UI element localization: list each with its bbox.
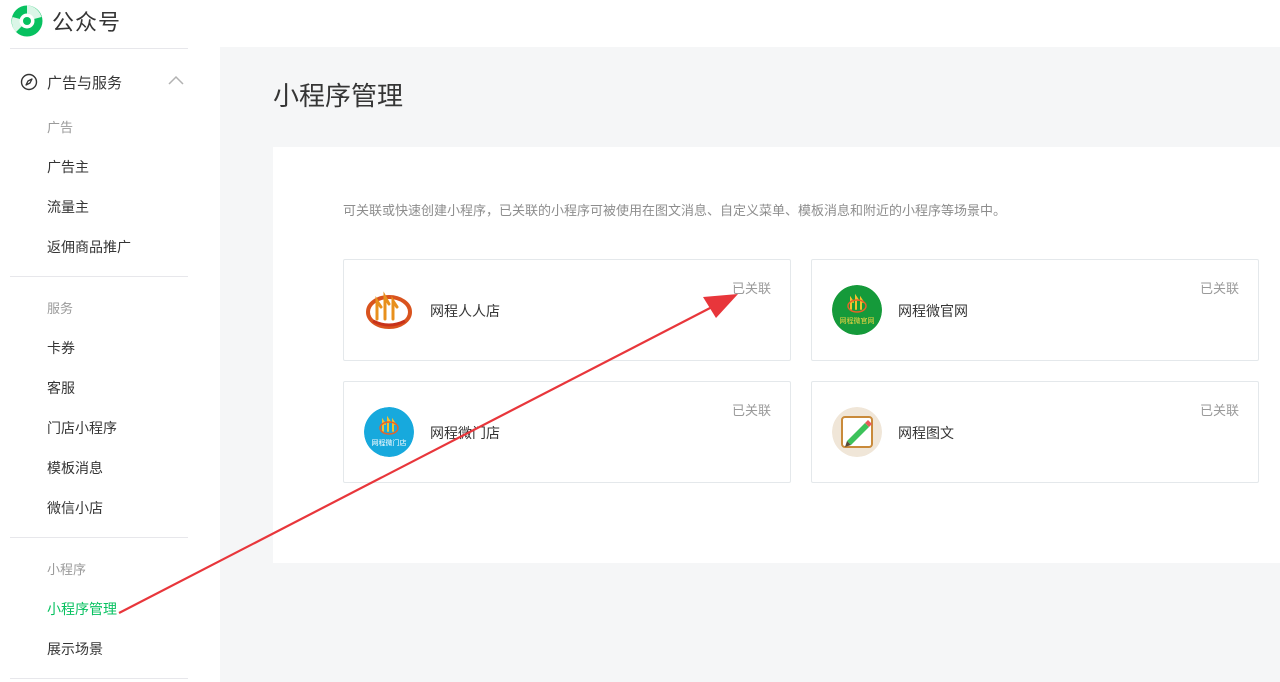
mini-program-name: 网程人人店 — [430, 304, 500, 320]
brand-logo[interactable]: 公众号 — [10, 3, 121, 39]
wechat-official-account-logo-icon — [11, 5, 43, 37]
sidebar-item-template-messages[interactable]: 模板消息 — [47, 458, 103, 478]
wangcheng-tuwen-logo-icon — [832, 407, 882, 457]
sidebar-section-services: 服务 — [47, 302, 74, 317]
avatar-caption: 网程微门店 — [372, 438, 407, 447]
wangcheng-weimendian-logo-icon: 网程微门店 — [364, 407, 414, 457]
mini-program-name: 网程微官网 — [898, 304, 968, 320]
sidebar-divider — [10, 276, 188, 277]
chevron-up-icon[interactable] — [167, 73, 185, 87]
sidebar-divider — [10, 48, 188, 49]
sidebar-item-mini-program-management[interactable]: 小程序管理 — [47, 599, 117, 619]
avatar-caption: 网程微官网 — [840, 316, 875, 325]
mini-program-card[interactable]: 网程微门店 网程微门店 已关联 — [343, 381, 791, 483]
sidebar: 广告与服务 广告 广告主 流量主 返佣商品推广 服务 卡券 客服 门店小程序 模… — [0, 47, 220, 682]
wangcheng-weiguanwang-logo-icon: 网程微官网 — [832, 285, 882, 335]
link-status-badge: 已关联 — [731, 404, 771, 419]
sidebar-group-title: 广告与服务 — [47, 73, 123, 92]
sidebar-divider — [10, 537, 188, 538]
sidebar-item-coupons[interactable]: 卡券 — [47, 338, 75, 358]
sidebar-item-customer-service[interactable]: 客服 — [47, 378, 75, 398]
mini-program-panel: 可关联或快速创建小程序，已关联的小程序可被使用在图文消息、自定义菜单、模板消息和… — [273, 147, 1280, 563]
sidebar-group-ads-and-services[interactable]: 广告与服务 — [20, 70, 185, 94]
sidebar-section-ads: 广告 — [47, 121, 74, 136]
mini-program-card[interactable]: 网程微官网 网程微官网 已关联 — [811, 259, 1259, 361]
sidebar-item-wechat-store[interactable]: 微信小店 — [47, 498, 103, 518]
wangcheng-renrendian-logo-icon — [364, 285, 414, 335]
mini-program-card[interactable]: 网程图文 已关联 — [811, 381, 1259, 483]
sidebar-item-advertiser[interactable]: 广告主 — [47, 157, 89, 177]
panel-description: 可关联或快速创建小程序，已关联的小程序可被使用在图文消息、自定义菜单、模板消息和… — [343, 204, 1007, 219]
brand-logo-text: 公众号 — [52, 11, 122, 36]
link-status-badge: 已关联 — [731, 282, 771, 297]
sidebar-item-store-mini-program[interactable]: 门店小程序 — [47, 418, 117, 438]
sidebar-divider — [10, 678, 188, 679]
link-status-badge: 已关联 — [1199, 404, 1239, 419]
compass-icon — [20, 73, 38, 91]
sidebar-item-commission-promotion[interactable]: 返佣商品推广 — [47, 237, 131, 257]
top-bar: 公众号 — [0, 0, 1280, 47]
mini-program-card[interactable]: 网程人人店 已关联 — [343, 259, 791, 361]
link-status-badge: 已关联 — [1199, 282, 1239, 297]
sidebar-item-publisher[interactable]: 流量主 — [47, 197, 89, 217]
mini-program-name: 网程图文 — [898, 426, 954, 442]
mini-program-name: 网程微门店 — [430, 426, 500, 442]
page-title: 小程序管理 — [273, 82, 404, 112]
sidebar-section-mini-programs: 小程序 — [47, 563, 87, 578]
sidebar-item-display-scenes[interactable]: 展示场景 — [47, 639, 103, 659]
